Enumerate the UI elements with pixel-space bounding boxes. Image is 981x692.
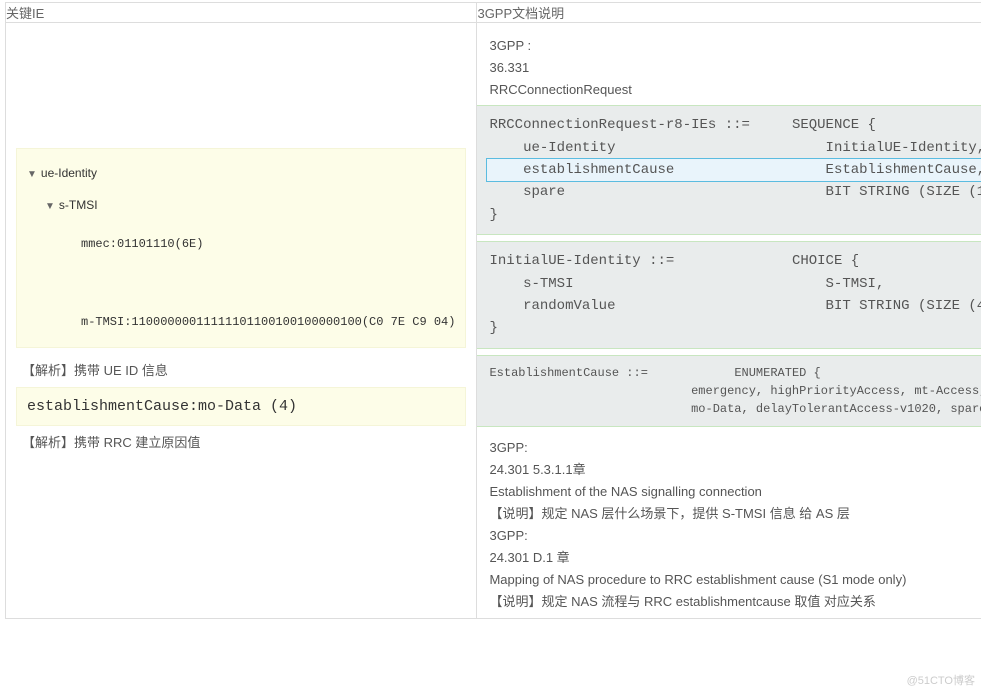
asn-block-2: InitialUE-Identity ::= CHOICE { s-TMSI S… [477,241,981,349]
asn2-l1b: CHOICE { [792,253,859,269]
asn3-l3: mo-Data, delayTolerantAccess-v1020, spar… [489,402,981,416]
asn1-l4b: BIT STRING (SIZE (1)) [826,184,981,200]
asn1-l2a: ue-Identity [489,140,615,156]
asn1-l3a: establishmentCause [489,162,674,178]
asn2-l2a: s-TMSI [489,276,573,292]
asn-block-3: EstablishmentCause ::= ENUMERATED { emer… [477,355,981,427]
doc-line-3: Establishment of the NAS signalling conn… [489,481,981,503]
asn1-l1a: RRCConnectionRequest-r8-IEs ::= [489,117,749,133]
cell-right: 3GPP : 36.331 RRCConnectionRequest RRCCo… [477,23,981,619]
asn1-l5: } [489,207,497,223]
asn3-l1a: EstablishmentCause ::= [489,366,647,380]
establishment-cause-code: establishmentCause:mo-Data (4) [16,387,466,426]
asn3-l1b: ENUMERATED { [734,366,820,380]
asn-block-1: RRCConnectionRequest-r8-IEs ::= SEQUENCE… [477,105,981,235]
doc-line-1: 3GPP: [489,437,981,459]
asn1-l3b: EstablishmentCause, [826,162,981,178]
doc-line-8: 【说明】规定 NAS 流程与 RRC establishmentcause 取值… [489,591,981,613]
analysis-text-2: 【解析】携带 RRC 建立原因值 [16,426,466,459]
tree-ue-identity: ue-Identity [41,166,97,180]
asn2-l1a: InitialUE-Identity ::= [489,253,674,269]
doc-line-6: 24.301 D.1 章 [489,547,981,569]
triangle-down-icon: ▼ [27,166,37,183]
triangle-down-icon: ▼ [45,198,55,215]
doc-line-4: 【说明】规定 NAS 层什么场景下，提供 S-TMSI 信息 给 AS 层 [489,503,981,525]
asn2-l3a: randomValue [489,298,615,314]
tree-s-tmsi: s-TMSI [59,198,98,212]
cell-left: ▼ ue-Identity ▼ s-TMSI mmec:01101110(6E) m… [6,23,477,619]
doc-line-5: 3GPP: [489,525,981,547]
doc-line-2: 24.301 5.3.1.1章 [489,459,981,481]
asn1-l1b: SEQUENCE { [792,117,876,133]
asn1-l4a: spare [489,184,565,200]
asn3-l2: emergency, highPriorityAccess, mt-Access… [489,384,981,398]
spec-ref-1: 3GPP : [489,35,981,57]
ie-tree-box: ▼ ue-Identity ▼ s-TMSI mmec:01101110(6E) m… [16,148,466,348]
spec-table: 关键IE 3GPP文档说明 ▼ ue-Identity ▼ s-TMSI mmec:… [5,2,981,619]
tree-m-tmsi: m-TMSI:11000000011111101100100100000100(… [27,312,455,332]
doc-line-7: Mapping of NAS procedure to RRC establis… [489,569,981,591]
asn1-l2b: InitialUE-Identity, [826,140,981,156]
analysis-text-1: 【解析】携带 UE ID 信息 [16,354,466,387]
watermark-text: @51CTO博客 [907,672,975,688]
asn2-l3b: BIT STRING (SIZE (40)) [826,298,981,314]
asn2-l2b: S-TMSI, [826,276,885,292]
header-right: 3GPP文档说明 [477,3,981,23]
spec-ref-2: 36.331 [489,57,981,79]
header-left: 关键IE [6,3,477,23]
asn2-l4: } [489,320,497,336]
tree-mmec: mmec:01101110(6E) [27,234,455,254]
spec-ref-3: RRCConnectionRequest [489,79,981,101]
